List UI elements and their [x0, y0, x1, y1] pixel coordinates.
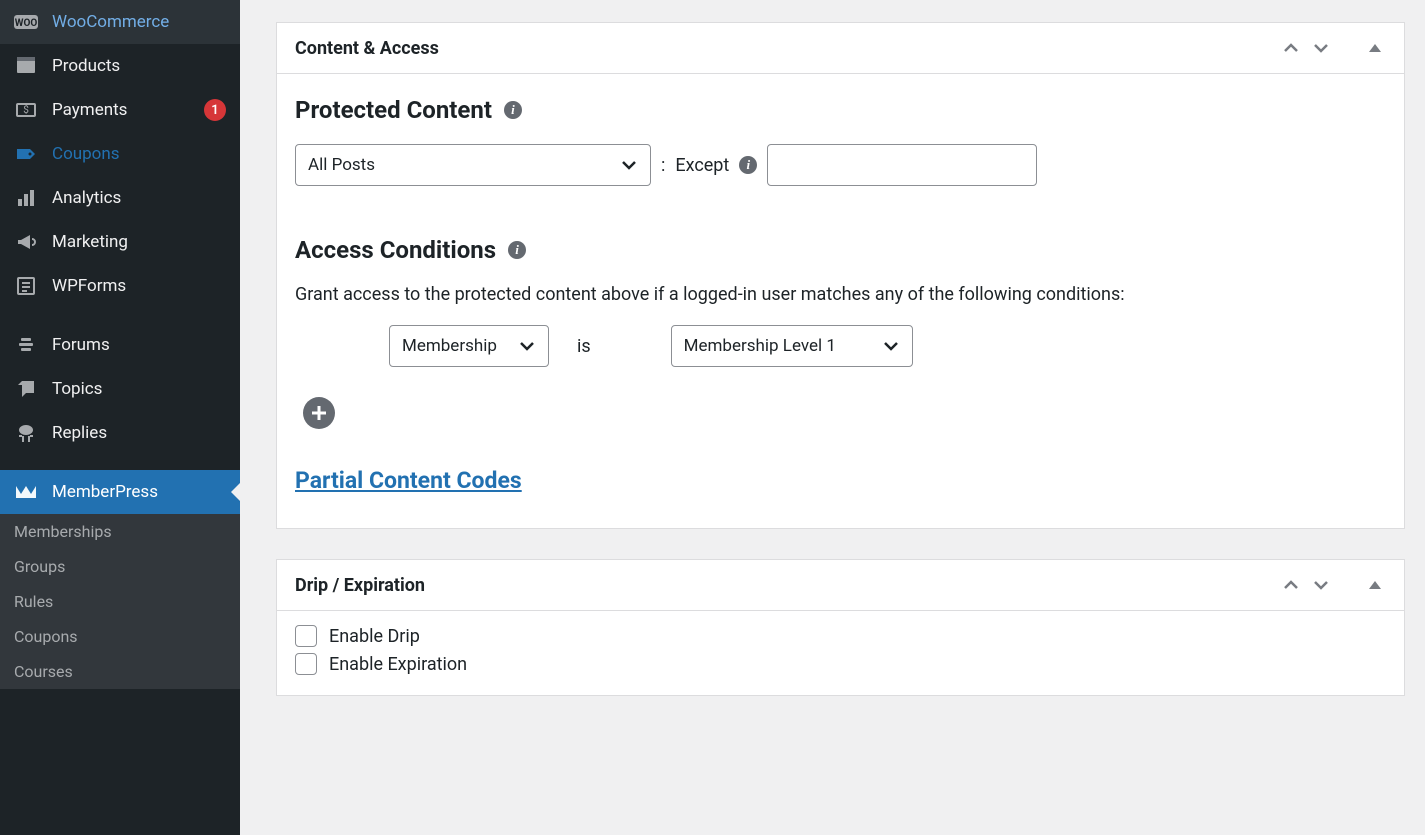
chevron-down-icon — [882, 337, 900, 355]
wpforms-icon — [14, 274, 38, 298]
heading-text: Access Conditions — [295, 236, 496, 264]
content-access-panel: Content & Access Protected Content i — [276, 22, 1405, 529]
except-label: Except — [675, 155, 729, 176]
panel-title: Drip / Expiration — [295, 575, 425, 596]
sidebar-item-woocommerce[interactable]: WOO WooCommerce — [0, 0, 240, 44]
sidebar-item-coupons[interactable]: Coupons — [0, 132, 240, 176]
sidebar-item-label: Products — [52, 56, 226, 76]
select-value: All Posts — [308, 155, 375, 175]
payments-badge: 1 — [204, 99, 226, 121]
forums-icon — [14, 333, 38, 357]
access-conditions-heading: Access Conditions i — [295, 236, 1386, 264]
sidebar-item-replies[interactable]: Replies — [0, 411, 240, 455]
protected-content-heading: Protected Content i — [295, 96, 1386, 124]
panel-body: Protected Content i All Posts : Except i… — [277, 74, 1404, 528]
sidebar-item-label: Analytics — [52, 188, 226, 208]
is-label: is — [577, 336, 591, 357]
woocommerce-icon: WOO — [14, 10, 38, 34]
panel-move-down-icon[interactable] — [1310, 37, 1332, 59]
condition-row: Membership is Membership Level 1 — [389, 325, 1386, 367]
panel-controls — [1280, 37, 1386, 59]
sidebar-item-label: WooCommerce — [52, 12, 226, 32]
sidebar-item-label: Replies — [52, 423, 226, 443]
select-value: Membership — [402, 336, 510, 356]
sidebar-item-label: Forums — [52, 335, 226, 355]
marketing-icon — [14, 230, 38, 254]
drip-expiration-panel: Drip / Expiration Enable Drip Enab — [276, 559, 1405, 696]
submenu-item-rules[interactable]: Rules — [0, 584, 240, 619]
main-content: Content & Access Protected Content i — [240, 0, 1425, 835]
menu-separator — [0, 308, 240, 323]
sidebar-item-payments[interactable]: $ Payments 1 — [0, 88, 240, 132]
info-icon[interactable]: i — [504, 101, 522, 119]
sidebar-item-forums[interactable]: Forums — [0, 323, 240, 367]
analytics-icon — [14, 186, 38, 210]
panel-header: Content & Access — [277, 23, 1404, 74]
sidebar-item-label: Coupons — [52, 144, 226, 164]
panel-title: Content & Access — [295, 38, 439, 59]
heading-text: Protected Content — [295, 96, 492, 124]
payments-icon: $ — [14, 98, 38, 122]
info-icon[interactable]: i — [508, 241, 526, 259]
add-condition-button[interactable] — [303, 397, 335, 429]
panel-collapse-icon[interactable] — [1364, 37, 1386, 59]
memberpress-submenu: Memberships Groups Rules Coupons Courses — [0, 514, 240, 689]
submenu-item-coupons[interactable]: Coupons — [0, 619, 240, 654]
panel-header: Drip / Expiration — [277, 560, 1404, 611]
sidebar-item-label: MemberPress — [52, 482, 226, 502]
sidebar-item-marketing[interactable]: Marketing — [0, 220, 240, 264]
sidebar-item-analytics[interactable]: Analytics — [0, 176, 240, 220]
svg-text:WOO: WOO — [15, 18, 38, 29]
partial-content-codes-link[interactable]: Partial Content Codes — [295, 467, 522, 494]
enable-expiration-row: Enable Expiration — [295, 653, 1386, 675]
submenu-item-memberships[interactable]: Memberships — [0, 514, 240, 549]
topics-icon — [14, 377, 38, 401]
chevron-down-icon — [518, 337, 536, 355]
colon-separator: : — [661, 155, 665, 176]
sidebar-item-label: WPForms — [52, 276, 226, 296]
checkbox-label: Enable Expiration — [329, 654, 467, 675]
except-input[interactable] — [767, 144, 1037, 186]
content-type-select[interactable]: All Posts — [295, 144, 651, 186]
enable-expiration-checkbox[interactable] — [295, 653, 317, 675]
panel-move-up-icon[interactable] — [1280, 574, 1302, 596]
sidebar-item-topics[interactable]: Topics — [0, 367, 240, 411]
panel-collapse-icon[interactable] — [1364, 574, 1386, 596]
panel-controls — [1280, 574, 1386, 596]
sidebar-item-label: Marketing — [52, 232, 226, 252]
coupons-icon — [14, 142, 38, 166]
memberpress-icon — [14, 480, 38, 504]
panel-body: Enable Drip Enable Expiration — [277, 611, 1404, 695]
panel-move-up-icon[interactable] — [1280, 37, 1302, 59]
submenu-item-groups[interactable]: Groups — [0, 549, 240, 584]
sidebar-item-memberpress[interactable]: MemberPress — [0, 470, 240, 514]
admin-sidebar: WOO WooCommerce Products $ Payments 1 Co… — [0, 0, 240, 835]
sidebar-item-products[interactable]: Products — [0, 44, 240, 88]
replies-icon — [14, 421, 38, 445]
condition-value-select[interactable]: Membership Level 1 — [671, 325, 913, 367]
menu-separator — [0, 455, 240, 470]
checkbox-label: Enable Drip — [329, 626, 420, 647]
enable-drip-row: Enable Drip — [295, 625, 1386, 647]
access-description: Grant access to the protected content ab… — [295, 284, 1386, 305]
enable-drip-checkbox[interactable] — [295, 625, 317, 647]
panel-move-down-icon[interactable] — [1310, 574, 1332, 596]
sidebar-item-wpforms[interactable]: WPForms — [0, 264, 240, 308]
chevron-down-icon — [620, 156, 638, 174]
protected-content-row: All Posts : Except i — [295, 144, 1386, 186]
submenu-item-courses[interactable]: Courses — [0, 654, 240, 689]
svg-text:$: $ — [23, 103, 29, 116]
info-icon[interactable]: i — [739, 156, 757, 174]
sidebar-item-label: Topics — [52, 379, 226, 399]
products-icon — [14, 54, 38, 78]
sidebar-item-label: Payments — [52, 100, 190, 120]
condition-type-select[interactable]: Membership — [389, 325, 549, 367]
select-value: Membership Level 1 — [684, 336, 836, 356]
